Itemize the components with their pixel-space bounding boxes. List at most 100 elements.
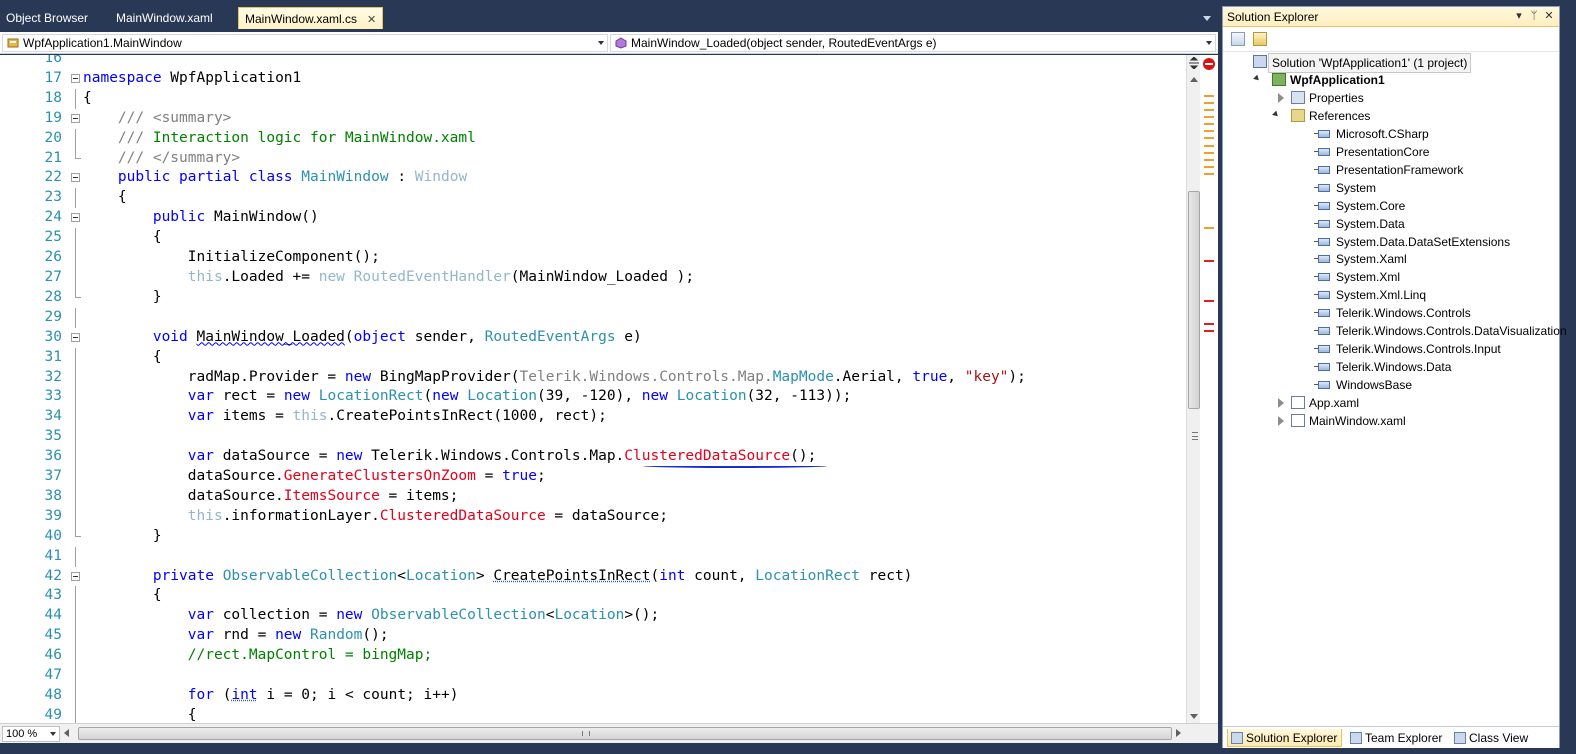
code-line[interactable]: 20 /// Interaction logic for MainWindow.… xyxy=(0,128,1186,149)
collapsed-icon[interactable] xyxy=(1278,398,1284,409)
zoom-combo[interactable]: 100 % xyxy=(2,726,60,742)
code-line[interactable]: 38 dataSource.ItemsSource = items; xyxy=(0,486,1186,507)
tree-item[interactable]: Solution 'WpfApplication1' (1 project) xyxy=(1223,53,1553,73)
member-combo[interactable]: MainWindow_Loaded(object sender, RoutedE… xyxy=(610,34,1216,52)
collapsed-icon[interactable] xyxy=(1278,416,1284,426)
tree-item[interactable]: WindowsBase xyxy=(1223,376,1553,394)
overview-marker[interactable] xyxy=(1204,300,1214,302)
code-line[interactable]: 48 for (int i = 0; i < count; i++) xyxy=(0,686,1186,706)
tab-team-explorer[interactable]: Team Explorer xyxy=(1347,729,1446,747)
collapse-icon[interactable] xyxy=(71,332,80,342)
tree-item[interactable]: PresentationFramework xyxy=(1223,161,1553,179)
code-line[interactable]: 21 /// </summary> xyxy=(0,148,1186,169)
code-line[interactable]: 25 { xyxy=(0,228,1186,249)
overview-marker[interactable] xyxy=(1204,109,1214,111)
error-icon[interactable] xyxy=(1203,58,1215,70)
collapse-icon[interactable] xyxy=(71,571,80,581)
overview-marker[interactable] xyxy=(1204,123,1214,125)
code-line[interactable]: 37 dataSource.GenerateClustersOnZoom = t… xyxy=(0,467,1186,487)
tab-solution-explorer[interactable]: Solution Explorer xyxy=(1227,729,1343,747)
code-line[interactable]: 46 //rect.MapControl = bingMap; xyxy=(0,646,1186,667)
code-line[interactable]: 24 public MainWindow() xyxy=(0,208,1186,228)
tree-item[interactable]: System.Xaml xyxy=(1223,250,1553,268)
tree-item[interactable]: System.Data xyxy=(1223,215,1553,233)
scroll-up-icon[interactable] xyxy=(1190,77,1198,82)
code-line[interactable]: 16 xyxy=(0,55,1186,69)
properties-icon[interactable] xyxy=(1231,32,1245,46)
code-line[interactable]: 27 this.Loaded += new RoutedEventHandler… xyxy=(0,267,1186,288)
expanded-icon[interactable] xyxy=(1272,110,1280,119)
code-line[interactable]: 49 { xyxy=(0,705,1186,723)
code-line[interactable]: 28 } xyxy=(0,287,1186,308)
overview-marker[interactable] xyxy=(1204,116,1214,118)
code-line[interactable]: 19 /// <summary> xyxy=(0,109,1186,129)
code-line[interactable]: 33 var rect = new LocationRect(new Locat… xyxy=(0,387,1186,408)
code-line[interactable]: 44 var collection = new ObservableCollec… xyxy=(0,606,1186,627)
tree-item[interactable]: System.Data.DataSetExtensions xyxy=(1223,233,1553,251)
expanded-icon[interactable] xyxy=(1253,74,1261,83)
pin-icon[interactable]: ᛘ xyxy=(1528,10,1540,22)
code-line[interactable]: 29 xyxy=(0,307,1186,328)
collapse-icon[interactable] xyxy=(71,113,80,123)
overview-marker[interactable] xyxy=(1204,260,1214,262)
code-line[interactable]: 41 xyxy=(0,546,1186,567)
tree-item[interactable]: System.Xml.Linq xyxy=(1223,286,1553,304)
tab-overflow-dropdown-icon[interactable] xyxy=(1203,13,1212,22)
overview-marker[interactable] xyxy=(1204,145,1214,147)
code-line[interactable]: 42 private ObservableCollection<Location… xyxy=(0,567,1186,587)
collapse-icon[interactable] xyxy=(71,73,80,83)
vertical-scroll-thumb[interactable] xyxy=(1188,191,1200,440)
show-all-files-icon[interactable] xyxy=(1253,32,1267,46)
tree-item[interactable]: Properties xyxy=(1223,89,1553,107)
horizontal-scroll-thumb[interactable] xyxy=(78,727,1172,740)
split-handle-icon[interactable] xyxy=(1188,57,1200,69)
code-line[interactable]: 34 var items = this.CreatePointsInRect(1… xyxy=(0,407,1186,428)
tree-item[interactable]: References xyxy=(1223,107,1553,125)
overview-marker[interactable] xyxy=(1204,102,1214,104)
overview-marker[interactable] xyxy=(1204,166,1214,168)
overview-marker[interactable] xyxy=(1204,227,1214,229)
code-line[interactable]: 36 var dataSource = new Telerik.Windows.… xyxy=(0,447,1186,469)
code-line[interactable]: 47 xyxy=(0,666,1186,686)
overview-marker[interactable] xyxy=(1204,330,1214,332)
tree-item[interactable]: MainWindow.xaml xyxy=(1223,412,1553,430)
code-line[interactable]: 39 this.informationLayer.ClusteredDataSo… xyxy=(0,506,1186,527)
scroll-right-icon[interactable] xyxy=(1176,729,1181,737)
code-line[interactable]: 45 var rnd = new Random(); xyxy=(0,626,1186,647)
scroll-down-icon[interactable] xyxy=(1190,714,1198,719)
tree-item[interactable]: System.Core xyxy=(1223,197,1553,215)
tree-item[interactable]: Telerik.Windows.Controls xyxy=(1223,304,1553,322)
tree-item[interactable]: System.Xml xyxy=(1223,268,1553,286)
tree-item[interactable]: Telerik.Windows.Data xyxy=(1223,358,1553,376)
tab-mainwindow-xaml-cs[interactable]: MainWindow.xaml.cs ✕ xyxy=(238,7,384,29)
window-position-icon[interactable]: ▾ xyxy=(1513,10,1525,22)
code-line[interactable]: 26 InitializeComponent(); xyxy=(0,248,1186,268)
tab-object-browser[interactable]: Object Browser xyxy=(0,7,94,29)
tree-item[interactable]: Telerik.Windows.Controls.DataVisualizati… xyxy=(1223,322,1567,340)
tree-item[interactable]: App.xaml xyxy=(1223,394,1553,412)
collapsed-icon[interactable] xyxy=(1278,92,1284,103)
tree-item[interactable]: WpfApplication1 xyxy=(1223,71,1553,89)
tree-item[interactable]: PresentationCore xyxy=(1223,143,1553,161)
collapse-icon[interactable] xyxy=(71,173,80,183)
overview-marker[interactable] xyxy=(1204,95,1214,97)
overview-marker[interactable] xyxy=(1204,173,1214,175)
close-icon[interactable]: ✕ xyxy=(367,14,376,26)
vertical-scrollbar[interactable] xyxy=(1186,55,1200,723)
code-line[interactable]: 43 { xyxy=(0,586,1186,607)
code-line[interactable]: 40 } xyxy=(0,526,1186,547)
code-line[interactable]: 32 radMap.Provider = new BingMapProvider… xyxy=(0,367,1186,388)
type-combo[interactable]: WpfApplication1.MainWindow xyxy=(2,34,608,52)
tree-item[interactable]: Microsoft.CSharp xyxy=(1223,125,1553,143)
code-line[interactable]: 17 namespace WpfApplication1 xyxy=(0,69,1186,89)
overview-marker[interactable] xyxy=(1204,323,1214,325)
overview-marker[interactable] xyxy=(1204,152,1214,154)
code-editor[interactable]: 16 17 namespace WpfApplication1 18 {19 /// <… xyxy=(0,55,1186,723)
overview-marker[interactable] xyxy=(1204,137,1214,139)
code-line[interactable]: 22 public partial class MainWindow : Win… xyxy=(0,168,1186,188)
code-line[interactable]: 30 void MainWindow_Loaded(object sender,… xyxy=(0,328,1186,348)
tab-class-view[interactable]: Class View xyxy=(1451,729,1532,747)
overview-marker[interactable] xyxy=(1204,130,1214,132)
tree-item[interactable]: System xyxy=(1223,179,1553,197)
close-icon[interactable]: ✕ xyxy=(1543,10,1555,22)
